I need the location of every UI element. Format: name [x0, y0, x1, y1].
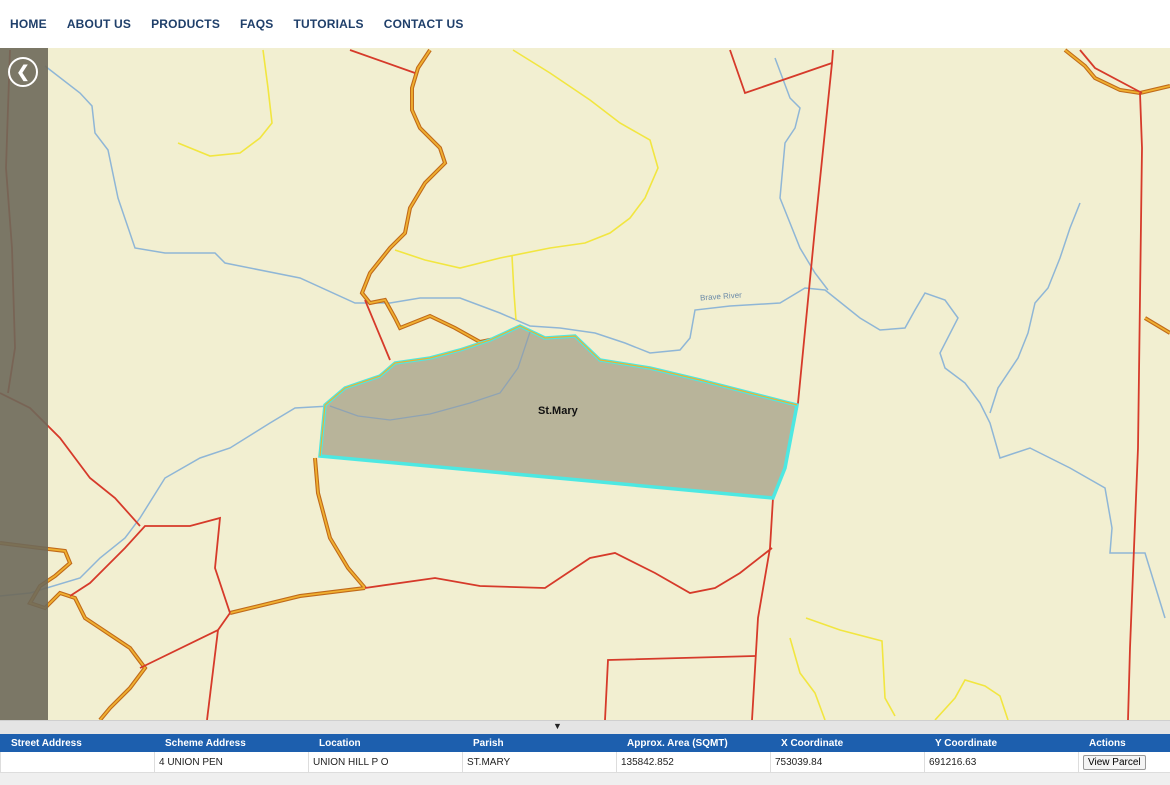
- column-header-parish: Parish: [462, 734, 617, 752]
- chevron-left-icon[interactable]: ❮: [8, 57, 38, 87]
- nav-tutorials[interactable]: TUTORIALS: [294, 17, 364, 31]
- column-header-street-address: Street Address: [0, 734, 155, 752]
- nav-home[interactable]: HOME: [10, 17, 47, 31]
- cell-scheme-address: 4 UNION PEN: [154, 752, 309, 773]
- column-header-scheme-address: Scheme Address: [154, 734, 309, 752]
- bottom-strip: [0, 773, 1170, 785]
- cell-parish: ST.MARY: [462, 752, 617, 773]
- river-lines: [0, 57, 1166, 619]
- results-table: Street Address Scheme Address Location P…: [0, 734, 1170, 773]
- triangle-down-icon[interactable]: ▼: [553, 721, 562, 731]
- side-panel: ❮: [0, 48, 48, 720]
- cell-actions: View Parcel: [1078, 752, 1170, 773]
- table-row: 4 UNION PEN UNION HILL P O ST.MARY 13584…: [0, 752, 1170, 773]
- cell-area: 135842.852: [616, 752, 771, 773]
- map-view[interactable]: ❮ St.Mary Brave River: [0, 48, 1170, 720]
- parcel-label: St.Mary: [538, 405, 578, 417]
- column-header-location: Location: [308, 734, 463, 752]
- cell-y-coordinate: 691216.63: [924, 752, 1079, 773]
- nav-faqs[interactable]: FAQS: [240, 17, 273, 31]
- nav-products[interactable]: PRODUCTS: [151, 17, 220, 31]
- column-header-actions: Actions: [1078, 734, 1170, 752]
- nav-about-us[interactable]: ABOUT US: [67, 17, 131, 31]
- table-header-row: Street Address Scheme Address Location P…: [0, 734, 1170, 752]
- column-header-x-coordinate: X Coordinate: [770, 734, 925, 752]
- results-panel-splitter[interactable]: ▼: [0, 720, 1170, 734]
- map-canvas: [0, 48, 1170, 720]
- cell-street-address: [0, 752, 155, 773]
- top-navigation: HOME ABOUT US PRODUCTS FAQS TUTORIALS CO…: [0, 0, 1170, 48]
- view-parcel-button[interactable]: View Parcel: [1083, 754, 1146, 770]
- column-header-y-coordinate: Y Coordinate: [924, 734, 1079, 752]
- cell-location: UNION HILL P O: [308, 752, 463, 773]
- nav-contact-us[interactable]: CONTACT US: [384, 17, 464, 31]
- column-header-area: Approx. Area (SQMT): [616, 734, 771, 752]
- cell-x-coordinate: 753039.84: [770, 752, 925, 773]
